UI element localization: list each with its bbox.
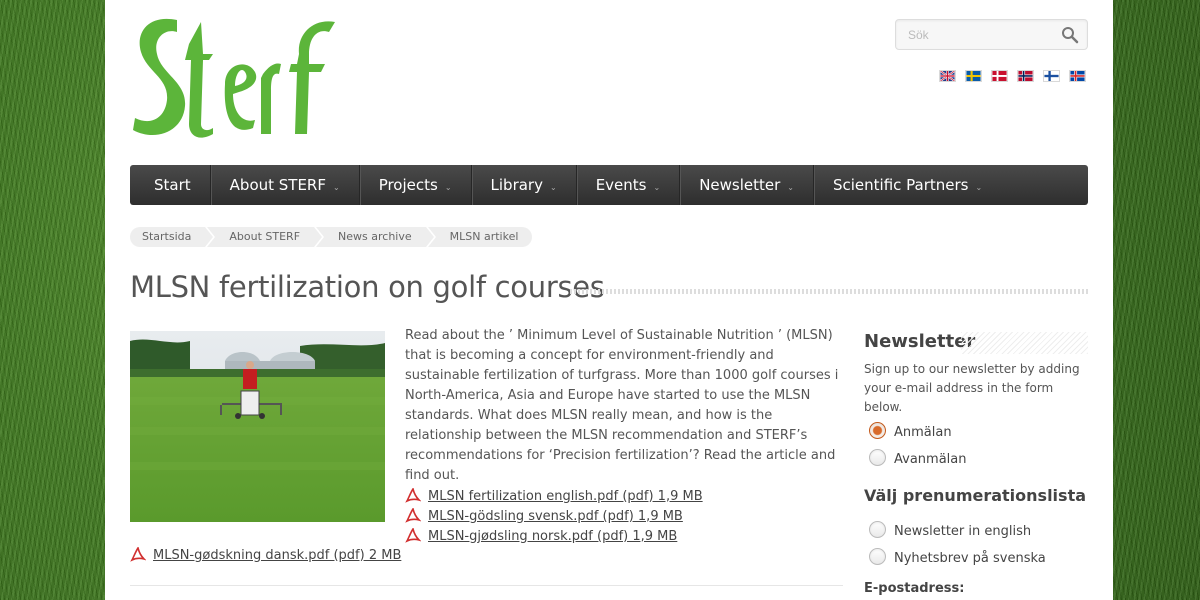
nav-item-newsletter[interactable]: Newsletter ⌄	[680, 165, 814, 205]
finnish-flag-icon[interactable]	[1043, 70, 1060, 82]
nav-label: Events	[595, 176, 647, 194]
page-title: MLSN fertilization on golf courses	[130, 270, 605, 304]
pdf-icon	[405, 508, 421, 523]
article-photo	[130, 331, 385, 522]
sidebar-title-divider	[961, 332, 1088, 354]
breadcrumb-item-current: MLSN artikel	[427, 227, 533, 247]
radio-newsletter-english[interactable]: Newsletter in english	[869, 519, 1031, 539]
swedish-flag-icon[interactable]	[965, 70, 982, 82]
norwegian-flag-icon[interactable]	[1017, 70, 1034, 82]
radio-button[interactable]	[869, 448, 886, 466]
attachment-item: MLSN-gødskning dansk.pdf (pdf) 2 MB	[130, 545, 401, 565]
radio-newsletter-swedish[interactable]: Nyhetsbrev på svenska	[869, 546, 1046, 566]
nav-item-projects[interactable]: Projects ⌄	[360, 165, 472, 205]
content-divider	[130, 585, 843, 586]
chevron-down-icon: ⌄	[975, 182, 983, 192]
search-box[interactable]	[895, 19, 1088, 50]
nav-item-about-sterf[interactable]: About STERF ⌄	[211, 165, 360, 205]
pdf-icon	[130, 547, 146, 562]
nav-label: Projects	[378, 176, 438, 194]
attachment-item: MLSN-gjødsling norsk.pdf (pdf) 1,9 MB	[405, 526, 703, 546]
email-label: E-postadress:	[864, 581, 965, 596]
attachment-link-swedish[interactable]: MLSN-gödsling svensk.pdf (pdf) 1,9 MB	[428, 509, 683, 524]
chevron-down-icon: ⌄	[787, 182, 794, 192]
search-icon[interactable]	[1061, 26, 1079, 44]
icelandic-flag-icon[interactable]	[1069, 70, 1086, 82]
chevron-down-icon: ⌄	[332, 182, 340, 192]
search-input[interactable]	[908, 27, 1058, 43]
nav-label: Start	[154, 176, 191, 194]
radio-label: Nyhetsbrev på svenska	[894, 551, 1046, 566]
breadcrumb-item-startsida[interactable]: Startsida	[130, 227, 216, 247]
nav-label: Scientific Partners	[832, 176, 969, 194]
sidebar-title: Newsletter	[864, 331, 976, 352]
radio-label: Avanmälan	[894, 452, 967, 467]
attachment-item: MLSN fertilization english.pdf (pdf) 1,9…	[405, 486, 703, 506]
radio-label: Newsletter in english	[894, 524, 1032, 539]
radio-button-selected[interactable]	[869, 421, 886, 439]
nav-item-start[interactable]: Start	[130, 165, 211, 205]
nav-item-events[interactable]: Events ⌄	[577, 165, 681, 205]
radio-unsubscribe[interactable]: Avanmälan	[869, 447, 966, 467]
radio-button[interactable]	[869, 547, 886, 565]
pdf-icon	[405, 528, 421, 543]
main-navigation: Start About STERF ⌄ Projects ⌄ Library ⌄ Ev…	[130, 165, 1088, 205]
radio-label: Anmälan	[894, 425, 952, 440]
subscription-list-heading: Välj prenumerationslista	[864, 486, 1087, 505]
nav-label: Library	[490, 176, 543, 194]
attachment-link-danish[interactable]: MLSN-gødskning dansk.pdf (pdf) 2 MB	[153, 548, 401, 563]
danish-flag-icon[interactable]	[991, 70, 1008, 82]
nav-item-library[interactable]: Library ⌄	[472, 165, 577, 205]
sidebar-description: Sign up to our newsletter by adding your…	[864, 362, 1080, 414]
attachment-link-english[interactable]: MLSN fertilization english.pdf (pdf) 1,9…	[428, 489, 703, 504]
radio-subscribe[interactable]: Anmälan	[869, 420, 952, 440]
article-body: Read about the ’ Minimum Level of Sustai…	[405, 328, 839, 483]
chevron-down-icon: ⌄	[444, 182, 452, 192]
title-divider	[570, 289, 1088, 294]
attachment-list: MLSN fertilization english.pdf (pdf) 1,9…	[405, 486, 703, 546]
pdf-icon	[405, 488, 421, 503]
chevron-down-icon: ⌄	[653, 182, 661, 192]
english-flag-icon[interactable]	[939, 70, 956, 82]
nav-label: About STERF	[229, 176, 326, 194]
radio-button[interactable]	[869, 520, 886, 538]
attachment-link-norwegian[interactable]: MLSN-gjødsling norsk.pdf (pdf) 1,9 MB	[428, 529, 677, 544]
sterf-logo[interactable]	[129, 14, 339, 138]
language-selector	[939, 70, 1086, 82]
nav-item-scientific-partners[interactable]: Scientific Partners ⌄	[814, 165, 1001, 205]
breadcrumb-item-news-archive[interactable]: News archive	[316, 227, 436, 247]
chevron-down-icon: ⌄	[549, 182, 557, 192]
page: Start About STERF ⌄ Projects ⌄ Library ⌄ Ev…	[105, 0, 1113, 600]
nav-label: Newsletter	[699, 176, 781, 194]
breadcrumb: Startsida About STERF News archive MLSN …	[130, 227, 534, 247]
breadcrumb-item-about-sterf[interactable]: About STERF	[207, 227, 324, 247]
attachment-item: MLSN-gödsling svensk.pdf (pdf) 1,9 MB	[405, 506, 703, 526]
